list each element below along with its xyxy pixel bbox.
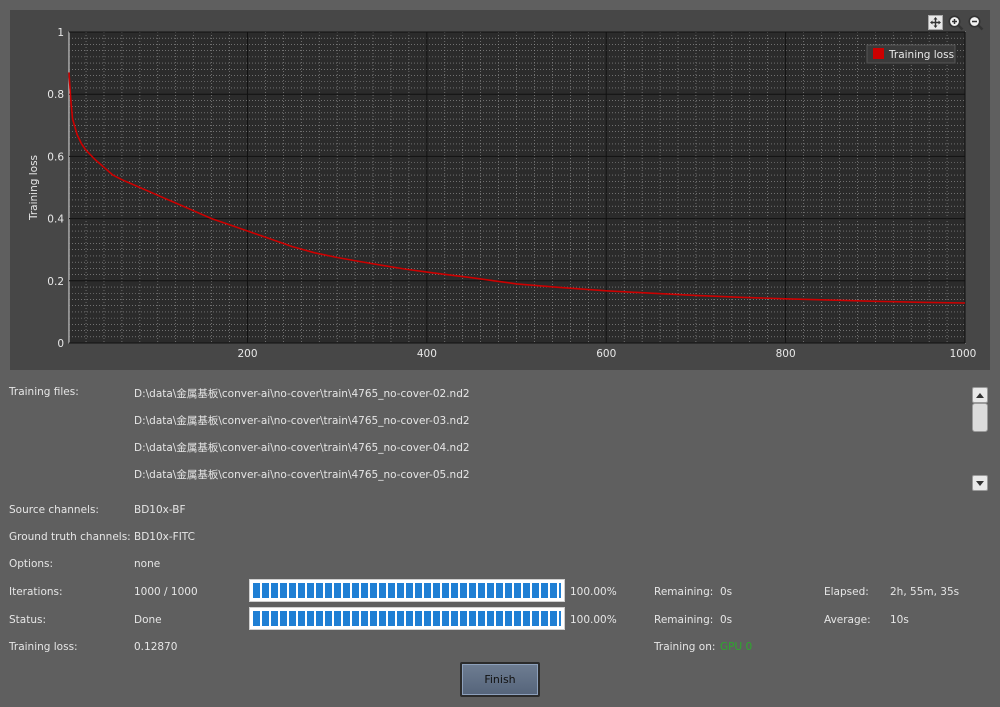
y-tick-label: 0 bbox=[57, 338, 64, 350]
iterations-progress-fill bbox=[253, 583, 561, 598]
scroll-up-button[interactable] bbox=[972, 387, 988, 403]
status-remaining-label: Remaining: bbox=[654, 614, 714, 626]
chevron-down-icon bbox=[976, 480, 984, 486]
average-value: 10s bbox=[890, 614, 909, 626]
x-tick-label: 600 bbox=[596, 348, 616, 360]
ground-truth-channels-value: BD10x-FITC bbox=[134, 531, 195, 543]
files-scrollbar-thumb[interactable] bbox=[972, 403, 988, 432]
y-tick-label: 0.6 bbox=[47, 151, 64, 163]
average-label: Average: bbox=[824, 614, 871, 626]
legend-label: Training loss bbox=[888, 49, 954, 61]
x-tick-label: 1000 bbox=[950, 348, 977, 360]
training-files-label: Training files: bbox=[9, 386, 79, 398]
training-on-label: Training on: bbox=[654, 641, 716, 653]
y-tick-label: 0.4 bbox=[47, 214, 64, 226]
training-file-item[interactable]: D:\data\金属基板\conver-ai\no-cover\train\47… bbox=[134, 413, 470, 428]
status-remaining-value: 0s bbox=[720, 614, 733, 626]
scroll-down-button[interactable] bbox=[972, 475, 988, 491]
y-tick-label: 1 bbox=[57, 27, 64, 39]
status-progress-bar bbox=[249, 607, 565, 630]
zoom-out-icon[interactable] bbox=[967, 14, 984, 31]
y-tick-label: 0.2 bbox=[47, 276, 64, 288]
status-percent: 100.00% bbox=[570, 614, 617, 626]
source-channels-label: Source channels: bbox=[9, 504, 99, 516]
status-value: Done bbox=[134, 614, 162, 626]
training-loss-label: Training loss: bbox=[9, 641, 78, 653]
iterations-remaining-value: 0s bbox=[720, 586, 733, 598]
x-tick-label: 800 bbox=[776, 348, 796, 360]
training-loss-chart-panel: 200 400 600 800 1000 0 0.2 0.4 0.6 0.8 1 Training l… bbox=[10, 10, 990, 370]
elapsed-value: 2h, 55m, 35s bbox=[890, 586, 960, 598]
finish-button[interactable]: Finish bbox=[460, 662, 540, 697]
x-tick-label: 400 bbox=[417, 348, 437, 360]
chevron-up-icon bbox=[976, 392, 984, 398]
legend-swatch bbox=[873, 48, 884, 59]
training-file-item[interactable]: D:\data\金属基板\conver-ai\no-cover\train\47… bbox=[134, 386, 470, 401]
status-label: Status: bbox=[9, 614, 46, 626]
training-file-item[interactable]: D:\data\金属基板\conver-ai\no-cover\train\47… bbox=[134, 467, 470, 482]
y-axis-label: Training loss bbox=[28, 155, 40, 221]
fit-view-icon[interactable] bbox=[927, 14, 944, 31]
iterations-value: 1000 / 1000 bbox=[134, 586, 198, 598]
options-value: none bbox=[134, 558, 161, 570]
training-loss-chart: 200 400 600 800 1000 0 0.2 0.4 0.6 0.8 1 Training l… bbox=[28, 27, 977, 360]
status-progress-fill bbox=[253, 611, 561, 626]
iterations-remaining-label: Remaining: bbox=[654, 586, 714, 598]
y-tick-label: 0.8 bbox=[47, 89, 64, 101]
elapsed-label: Elapsed: bbox=[824, 586, 869, 598]
iterations-percent: 100.00% bbox=[570, 586, 617, 598]
training-file-item[interactable]: D:\data\金属基板\conver-ai\no-cover\train\47… bbox=[134, 440, 470, 455]
iterations-label: Iterations: bbox=[9, 586, 63, 598]
x-tick-label: 200 bbox=[237, 348, 257, 360]
ground-truth-channels-label: Ground truth channels: bbox=[9, 531, 131, 543]
source-channels-value: BD10x-BF bbox=[134, 504, 186, 516]
training-device-value: GPU 0 bbox=[720, 641, 753, 653]
iterations-progress-bar bbox=[249, 579, 565, 602]
zoom-in-icon[interactable] bbox=[947, 14, 964, 31]
chart-toolbar bbox=[927, 14, 984, 31]
training-loss-value: 0.12870 bbox=[134, 641, 178, 653]
options-label: Options: bbox=[9, 558, 54, 570]
